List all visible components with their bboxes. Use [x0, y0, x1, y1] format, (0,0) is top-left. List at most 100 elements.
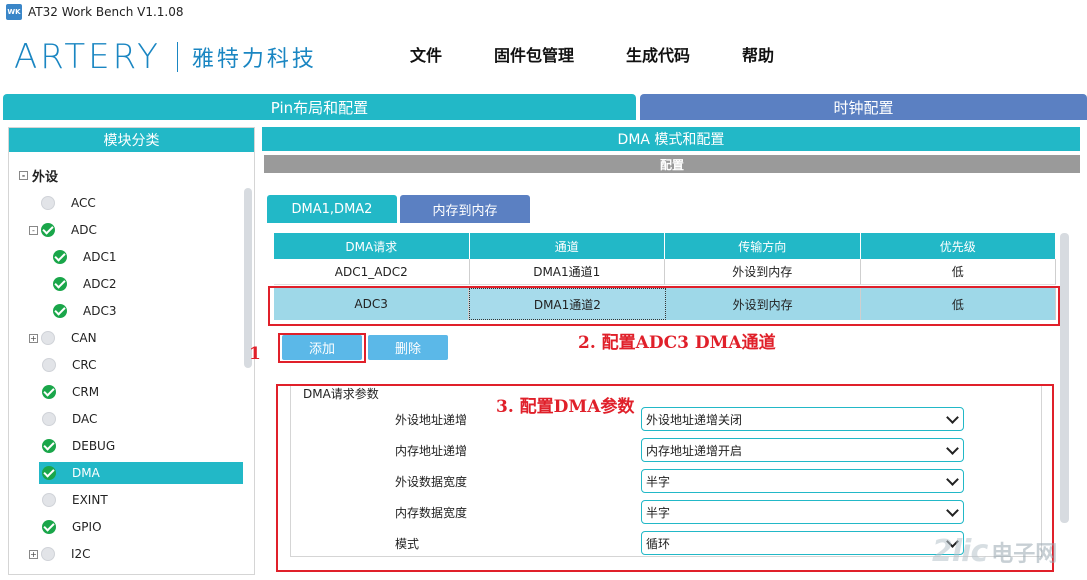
- tree-scrollbar[interactable]: [244, 188, 252, 368]
- tree-item-dma[interactable]: DMA: [39, 462, 243, 484]
- tree-item-debug[interactable]: DEBUG: [42, 435, 115, 457]
- tab-clock-config[interactable]: 时钟配置: [640, 94, 1087, 120]
- cell-priority[interactable]: 低: [860, 288, 1056, 320]
- select-value: 半字: [646, 505, 671, 520]
- module-tree: - 外设 ACC - ADC ADC1 ADC2 ADC3 + CAN CRC …: [9, 152, 254, 574]
- table-row-selected[interactable]: ADC3 DMA1通道2 外设到内存 低: [274, 288, 1056, 320]
- tree-item-exint[interactable]: EXINT: [42, 489, 108, 511]
- main-menu: 文件 固件包管理 生成代码 帮助: [410, 42, 774, 66]
- tree-item-label: CAN: [71, 331, 97, 345]
- table-row[interactable]: ADC1_ADC2 DMA1通道1 外设到内存 低: [274, 259, 1056, 285]
- window-title: AT32 Work Bench V1.1.08: [28, 5, 184, 19]
- cell-direction[interactable]: 外设到内存: [665, 288, 861, 320]
- dma-panel-title: DMA 模式和配置: [262, 127, 1080, 151]
- cell-direction[interactable]: 外设到内存: [665, 259, 861, 285]
- status-check-icon: [53, 277, 67, 291]
- expand-icon[interactable]: +: [29, 549, 38, 559]
- select-value: 半字: [646, 474, 671, 489]
- status-check-icon: [53, 250, 67, 264]
- dma-params-group: DMA请求参数 外设地址递增 外设地址递增关闭 内存地址递增 内存地址递增开启 …: [290, 385, 1042, 557]
- status-check-icon: [42, 520, 56, 534]
- tree-item-adc[interactable]: - ADC: [29, 219, 97, 241]
- mem-width-select[interactable]: 半字: [641, 500, 964, 524]
- cell-channel[interactable]: DMA1通道1: [469, 259, 665, 285]
- dma-request-table: DMA请求 通道 传输方向 优先级 ADC1_ADC2 DMA1通道1 外设到内…: [274, 233, 1056, 320]
- status-check-icon: [42, 466, 56, 480]
- logo-mark: ARTERY: [14, 37, 161, 77]
- status-empty-icon: [42, 493, 56, 507]
- chevron-down-icon: [946, 504, 959, 517]
- tree-item-label: I2C: [71, 547, 91, 561]
- header: ARTERY 雅特力科技 文件 固件包管理 生成代码 帮助: [0, 26, 1087, 90]
- tree-item-dac[interactable]: DAC: [42, 408, 97, 430]
- cell-priority[interactable]: 低: [860, 259, 1056, 285]
- status-empty-icon: [42, 358, 56, 372]
- mode-select[interactable]: 循环: [641, 531, 964, 555]
- cell-request[interactable]: ADC1_ADC2: [274, 259, 470, 285]
- tree-item-adc3[interactable]: ADC3: [53, 300, 116, 322]
- param-row-mem-inc: 内存地址递增 内存地址递增开启: [291, 436, 1043, 464]
- chevron-down-icon: [946, 411, 959, 424]
- artery-logo: ARTERY 雅特力科技: [14, 40, 317, 74]
- tree-item-label: EXINT: [72, 493, 108, 507]
- param-row-mode: 模式 循环: [291, 529, 1043, 557]
- logo-divider: [176, 42, 178, 72]
- tree-item-label: CRM: [72, 385, 100, 399]
- add-button[interactable]: 添加: [282, 335, 362, 360]
- tree-item-crm[interactable]: CRM: [42, 381, 99, 403]
- panel-scrollbar[interactable]: [1060, 233, 1069, 523]
- status-empty-icon: [41, 547, 55, 561]
- param-label: 外设地址递增: [395, 412, 468, 427]
- menu-help[interactable]: 帮助: [742, 42, 774, 66]
- header-channel: 通道: [469, 233, 665, 259]
- status-check-icon: [42, 385, 56, 399]
- tree-item-gpio[interactable]: GPIO: [42, 516, 102, 538]
- status-empty-icon: [41, 196, 55, 210]
- status-check-icon: [53, 304, 67, 318]
- module-category-title: 模块分类: [9, 128, 254, 152]
- watermark-logo: 2lic: [932, 534, 988, 569]
- param-label: 模式: [395, 536, 420, 551]
- tree-item-label: ADC: [71, 223, 97, 237]
- menu-firmware-manager[interactable]: 固件包管理: [494, 42, 574, 66]
- collapse-icon[interactable]: -: [29, 225, 38, 235]
- chevron-down-icon: [946, 473, 959, 486]
- chevron-down-icon: [946, 442, 959, 455]
- cell-channel[interactable]: DMA1通道2: [469, 288, 666, 320]
- menu-generate-code[interactable]: 生成代码: [626, 42, 690, 66]
- param-label: 内存地址递增: [395, 443, 468, 458]
- param-label: 外设数据宽度: [395, 474, 468, 489]
- tree-item-i2c[interactable]: + I2C: [29, 543, 91, 565]
- tree-item-label: ACC: [71, 196, 96, 210]
- logo-chinese-name: 雅特力科技: [191, 47, 317, 72]
- config-section-bar: 配置: [264, 155, 1080, 173]
- param-row-periph-width: 外设数据宽度 半字: [291, 467, 1043, 495]
- periph-width-select[interactable]: 半字: [641, 469, 964, 493]
- header-direction: 传输方向: [665, 233, 861, 259]
- collapse-icon[interactable]: -: [19, 171, 28, 180]
- select-value: 循环: [646, 536, 671, 551]
- tree-item-crc[interactable]: CRC: [42, 354, 97, 376]
- params-group-title: DMA请求参数: [301, 385, 381, 402]
- tree-item-adc1[interactable]: ADC1: [53, 246, 116, 268]
- expand-icon[interactable]: +: [29, 333, 38, 343]
- tab-dma1-dma2[interactable]: DMA1,DMA2: [267, 195, 397, 223]
- tab-pin-layout[interactable]: Pin布局和配置: [3, 94, 636, 120]
- app-window: WK AT32 Work Bench V1.1.08 ARTERY 雅特力科技 …: [0, 0, 1087, 580]
- tree-root-peripherals[interactable]: - 外设: [19, 166, 58, 185]
- tree-item-label: ADC1: [83, 250, 117, 264]
- delete-button[interactable]: 删除: [368, 335, 448, 360]
- mem-inc-select[interactable]: 内存地址递增开启: [641, 438, 964, 462]
- status-check-icon: [42, 439, 56, 453]
- periph-inc-select[interactable]: 外设地址递增关闭: [641, 407, 964, 431]
- module-category-panel: 模块分类 - 外设 ACC - ADC ADC1 ADC2 ADC3 + CAN…: [8, 127, 255, 575]
- tree-item-acc[interactable]: ACC: [41, 192, 96, 214]
- tree-item-adc2[interactable]: ADC2: [53, 273, 116, 295]
- cell-request[interactable]: ADC3: [274, 288, 470, 320]
- annotation-step-1: 1: [249, 344, 261, 364]
- table-header-row: DMA请求 通道 传输方向 优先级: [274, 233, 1056, 259]
- tree-item-can[interactable]: + CAN: [29, 327, 97, 349]
- menu-file[interactable]: 文件: [410, 42, 442, 66]
- select-value: 外设地址递增关闭: [646, 412, 743, 427]
- tab-mem-to-mem[interactable]: 内存到内存: [400, 195, 530, 223]
